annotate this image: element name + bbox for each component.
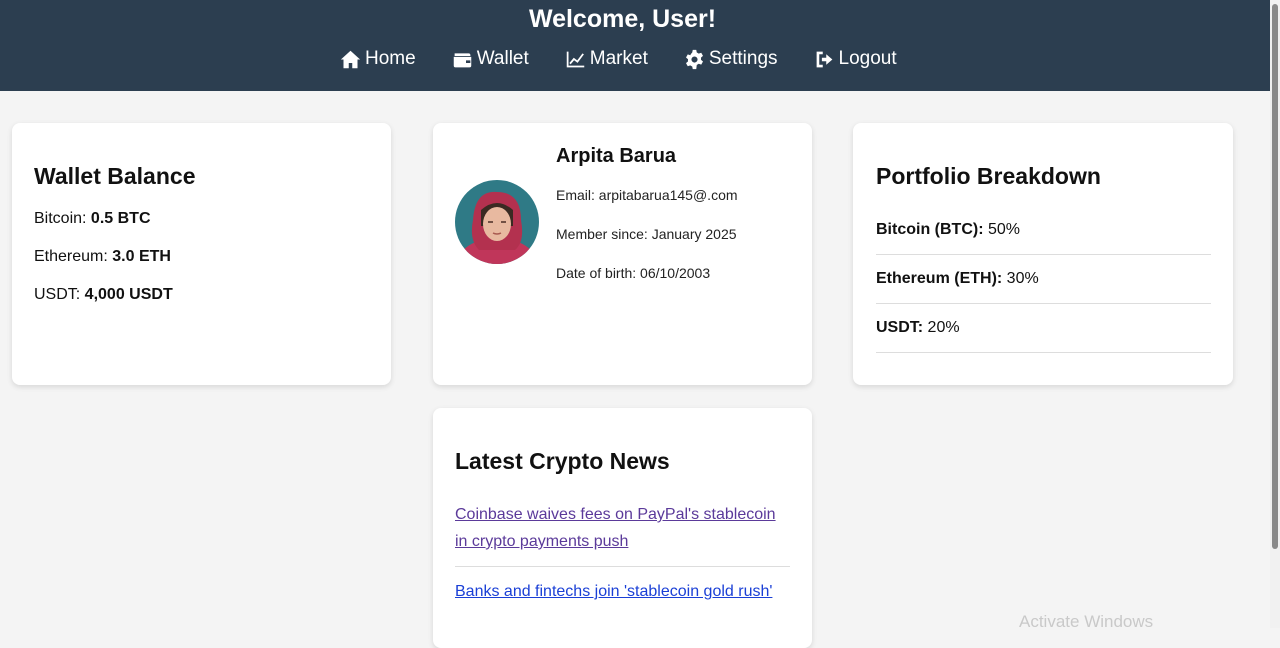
nav-settings[interactable]: Settings [684, 48, 778, 70]
home-icon [340, 50, 361, 68]
news-divider [455, 566, 790, 567]
nav-wallet-label: Wallet [476, 48, 529, 69]
portfolio-value: 30% [1002, 270, 1039, 287]
wallet-label: Bitcoin: [34, 210, 91, 227]
page-scrollbar[interactable] [1270, 0, 1280, 628]
portfolio-row-eth: Ethereum (ETH): 30% [876, 255, 1211, 304]
profile-name: Arpita Barua [556, 145, 677, 167]
page-title: Welcome, User! [528, 5, 717, 33]
profile-member-since: Member since: January 2025 [556, 226, 737, 242]
wallet-value: 3.0 ETH [112, 248, 171, 265]
gear-icon [685, 49, 703, 69]
wallet-row-btc: Bitcoin: 0.5 BTC [34, 210, 151, 228]
nav-market[interactable]: Market [565, 48, 648, 70]
avatar [455, 180, 539, 264]
portfolio-breakdown-card: Portfolio Breakdown Bitcoin (BTC): 50% E… [853, 123, 1233, 385]
wallet-label: USDT: [34, 286, 85, 303]
wallet-row-eth: Ethereum: 3.0 ETH [34, 248, 171, 266]
chart-line-icon [566, 51, 585, 67]
portfolio-label: Ethereum (ETH): [876, 270, 1003, 287]
scrollbar-thumb[interactable] [1272, 4, 1278, 549]
profile-card: Arpita Barua Email: arpitabarua145@.com … [433, 123, 812, 385]
news-title: Latest Crypto News [455, 448, 670, 474]
main-nav: Home Wallet Market Settings Logout [340, 46, 897, 72]
nav-home[interactable]: Home [340, 48, 416, 70]
news-link[interactable]: Coinbase waives fees on PayPal's stablec… [455, 501, 790, 555]
crypto-news-card: Latest Crypto News Coinbase waives fees … [433, 408, 812, 648]
wallet-icon [453, 52, 471, 67]
nav-logout[interactable]: Logout [814, 48, 897, 70]
portfolio-value: 20% [923, 319, 960, 336]
portfolio-label: Bitcoin (BTC): [876, 221, 984, 238]
nav-logout-label: Logout [838, 48, 897, 69]
portfolio-value: 50% [983, 221, 1020, 238]
portfolio-title: Portfolio Breakdown [876, 163, 1101, 189]
news-link[interactable]: Banks and fintechs join 'stablecoin gold… [455, 578, 790, 605]
nav-home-label: Home [365, 48, 416, 69]
portfolio-row-btc: Bitcoin (BTC): 50% [876, 206, 1211, 255]
nav-market-label: Market [589, 48, 648, 69]
wallet-value: 0.5 BTC [90, 210, 151, 227]
portfolio-row-usdt: USDT: 20% [876, 304, 1211, 353]
wallet-value: 4,000 USDT [84, 286, 173, 303]
wallet-row-usdt: USDT: 4,000 USDT [34, 286, 173, 304]
top-header: Welcome, User! Home Wallet Market Settin… [0, 0, 1270, 91]
profile-email: Email: arpitabarua145@.com [556, 187, 738, 203]
wallet-label: Ethereum: [34, 248, 113, 265]
logout-icon [816, 51, 832, 67]
nav-wallet[interactable]: Wallet [452, 48, 529, 70]
nav-settings-label: Settings [708, 48, 778, 69]
activate-windows-watermark: Activate Windows [1019, 612, 1154, 631]
profile-dob: Date of birth: 06/10/2003 [556, 265, 711, 281]
wallet-title: Wallet Balance [34, 163, 196, 189]
portfolio-label: USDT: [876, 319, 924, 336]
wallet-balance-card: Wallet Balance Bitcoin: 0.5 BTC Ethereum… [12, 123, 391, 385]
